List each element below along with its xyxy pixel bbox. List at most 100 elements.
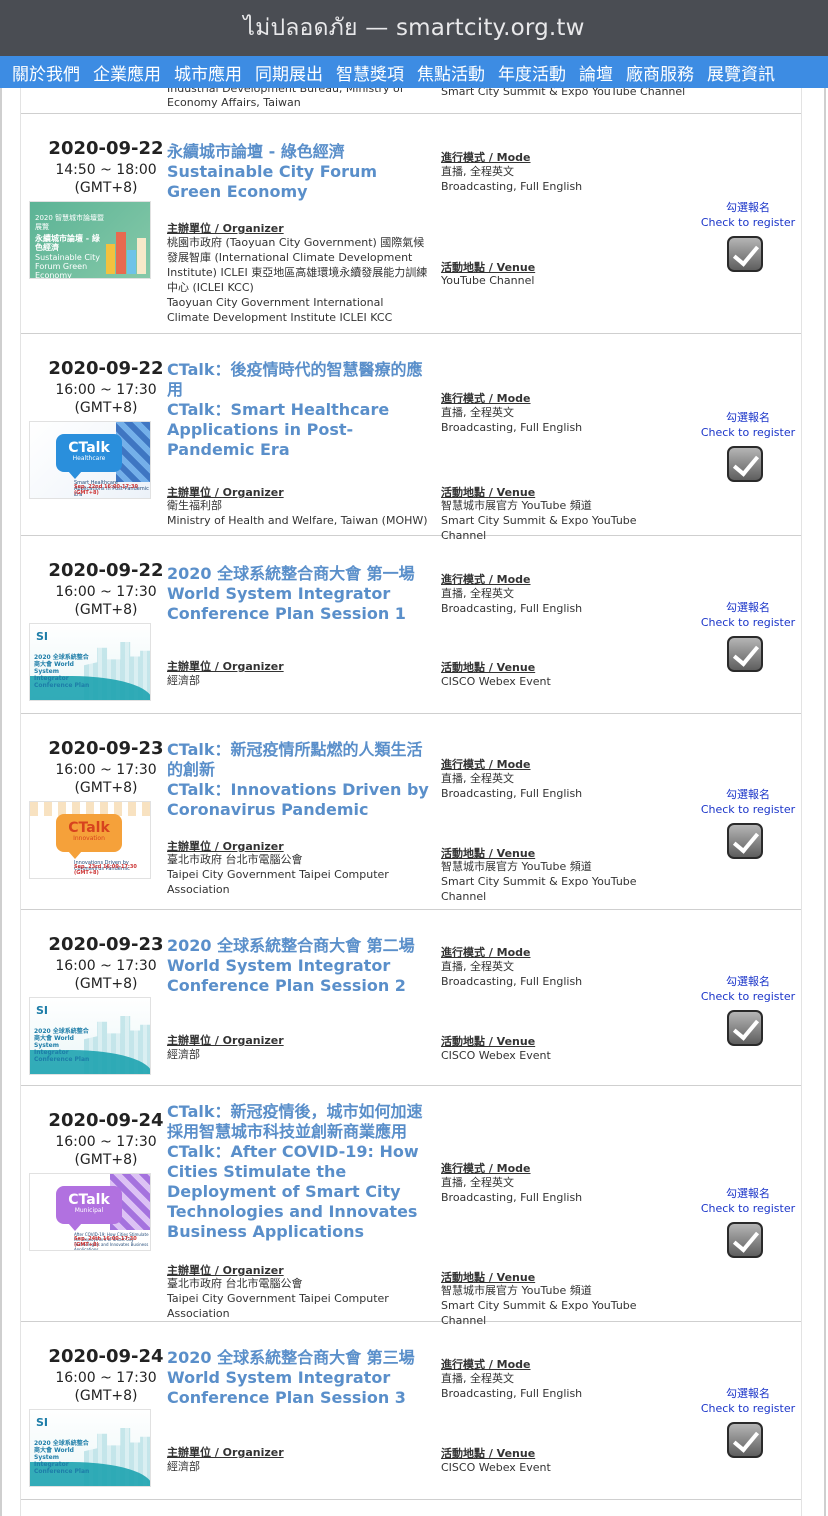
event-title-zh[interactable]: 永續城市論壇 - 綠色經濟 [167, 142, 429, 162]
event-thumbnail[interactable]: CTalk Healthcare Smart Healthcare Applica… [29, 421, 151, 499]
register-checkbox[interactable] [727, 1422, 763, 1458]
nav-item-annual[interactable]: 年度活動 [498, 60, 566, 85]
event-thumbnail[interactable]: SI 2020 全球系統整合商大會 World System Integrato… [29, 623, 151, 701]
event-date: 2020-09-22 [48, 138, 164, 159]
nav-item-info[interactable]: 展覽資訊 [707, 60, 775, 85]
mode-en: Broadcasting, Full English [441, 180, 583, 193]
event-time: 16:00 ~ 17:30 [55, 958, 157, 974]
event-title-en[interactable]: CTalk：Innovations Driven by Coronavirus … [167, 780, 429, 820]
event-thumbnail[interactable]: 2020 智慧城市論壇暨展覽 永續城市論壇 - 綠色經濟 Sustainable… [29, 201, 151, 279]
venue-text: CISCO Webex Event [441, 674, 681, 689]
event-timezone: (GMT+8) [74, 976, 138, 992]
bubble-text: CTalk [68, 440, 110, 456]
event-title-en[interactable]: Sustainable City Forum Green Economy [167, 162, 429, 202]
mode-label: 進行模式 / Mode [441, 573, 531, 586]
thumb-text: 2020 智慧城市論壇暨展覽 永續城市論壇 - 綠色經濟 Sustainable… [35, 214, 105, 279]
event-thumbnail[interactable]: CTalk Municipal After COVID-19: How Citie… [29, 1173, 151, 1251]
event-title[interactable]: 2020 全球系統整合商大會 第三場 World System Integrat… [167, 1348, 429, 1408]
register-en: Check to register [700, 1202, 796, 1215]
register-checkbox[interactable] [727, 636, 763, 672]
event-time: 16:00 ~ 17:30 [55, 382, 157, 398]
register-zh: 勾選報名 [726, 201, 770, 214]
nav-item-focus[interactable]: 焦點活動 [417, 60, 485, 85]
nav-item-forum[interactable]: 論壇 [579, 60, 613, 85]
event-title-en[interactable]: World System Integrator Conference Plan … [167, 584, 429, 624]
venue-text: 智慧城市展官方 YouTube 頻道 Smart City Summit & E… [441, 859, 681, 904]
event-title-en[interactable]: World System Integrator Conference Plan … [167, 956, 429, 996]
event-thumbnail[interactable]: CTalk Innovation Innovations Driven by Co… [29, 801, 151, 879]
ctalk-bubble: CTalk Innovation [56, 814, 122, 859]
venue-line: CISCO Webex Event [441, 1049, 551, 1062]
register-en: Check to register [700, 990, 796, 1003]
event-title-zh[interactable]: CTalk：後疫情時代的智慧醫療的應用 [167, 360, 429, 400]
event-timezone: (GMT+8) [74, 1152, 138, 1168]
register-checkbox[interactable] [727, 823, 763, 859]
nav-item-about[interactable]: 關於我們 [12, 60, 80, 85]
main-nav: 關於我們 企業應用 城市應用 同期展出 智慧獎項 焦點活動 年度活動 論壇 廠商… [0, 56, 828, 88]
event-title-zh[interactable]: 2020 全球系統整合商大會 第三場 [167, 1348, 429, 1368]
mode-en: Broadcasting, Full English [441, 602, 583, 615]
organizer-text: 桃園市政府 (Taoyuan City Government) 國際氣候發展智庫… [167, 235, 429, 325]
partial-venue: Smart City Summit & Expo YouTube Channel [441, 88, 686, 98]
nav-item-awards[interactable]: 智慧獎項 [336, 60, 404, 85]
buildings-illustration [106, 228, 146, 274]
event-title[interactable]: 2020 全球系統整合商大會 第一場 World System Integrat… [167, 564, 429, 624]
register-zh: 勾選報名 [726, 1187, 770, 1200]
event-title[interactable]: CTalk：後疫情時代的智慧醫療的應用 CTalk：Smart Healthca… [167, 360, 429, 460]
event-title-en[interactable]: CTalk：After COVID-19: How Cities Stimula… [167, 1142, 429, 1242]
event-title-zh[interactable]: CTalk：新冠疫情後，城市如何加速採用智慧城市科技並創新商業應用 [167, 1102, 429, 1142]
register-label: 勾選報名 Check to register [693, 600, 801, 630]
organizer-text: 衛生福利部 Ministry of Health and Welfare, Ta… [167, 498, 429, 528]
event-timezone: (GMT+8) [74, 780, 138, 796]
wsi-logo: SI [36, 630, 49, 643]
event-title[interactable]: 永續城市論壇 - 綠色經濟 Sustainable City Forum Gre… [167, 142, 429, 202]
event-date: 2020-09-24 [48, 1346, 164, 1367]
organizer-zh: 桃園市政府 (Taoyuan City Government) 國際氣候發展智庫… [167, 236, 428, 294]
mode-label: 進行模式 / Mode [441, 758, 531, 771]
thumb-line: 2020 智慧城市論壇暨展覽 [35, 214, 105, 231]
register-checkbox[interactable] [727, 1222, 763, 1258]
event-title-zh[interactable]: 2020 全球系統整合商大會 第一場 [167, 564, 429, 584]
register-checkbox[interactable] [727, 446, 763, 482]
event-title[interactable]: CTalk：新冠疫情後，城市如何加速採用智慧城市科技並創新商業應用 CTalk：… [167, 1102, 429, 1242]
event-time: 16:00 ~ 17:30 [55, 1134, 157, 1150]
bubble-text: CTalk [68, 820, 110, 836]
organizer-text: 經濟部 [167, 673, 429, 688]
event-title[interactable]: CTalk：新冠疫情所點燃的人類生活的創新 CTalk：Innovations … [167, 740, 429, 820]
venue-line: 智慧城市展官方 YouTube 頻道 [441, 860, 592, 873]
browser-address-bar[interactable]: ไม่ปลอดภัย — smartcity.org.tw [0, 0, 828, 56]
event-list: Industrial Development Bureau, Ministry … [20, 88, 802, 1516]
venue-label: 活動地點 / Venue [441, 1447, 536, 1460]
nav-item-enterprise[interactable]: 企業應用 [93, 60, 161, 85]
event-title-en[interactable]: World System Integrator Conference Plan … [167, 1368, 429, 1408]
event-title-en[interactable]: CTalk：Smart Healthcare Applications in P… [167, 400, 429, 460]
nav-item-city[interactable]: 城市應用 [174, 60, 242, 85]
register-en: Check to register [700, 616, 796, 629]
thumb-line: Sustainable City Forum Green Economy [35, 253, 100, 279]
register-checkbox[interactable] [727, 236, 763, 272]
venue-line: CISCO Webex Event [441, 1461, 551, 1474]
mode-text: 直播, 全程英文 Broadcasting, Full English [441, 771, 681, 801]
organizer-label: 主辦單位 / Organizer [167, 1446, 284, 1459]
organizer-zh: 經濟部 [167, 674, 200, 687]
organizer-text: 臺北市政府 台北市電腦公會 Taipei City Government Tai… [167, 1276, 429, 1321]
organizer-label: 主辦單位 / Organizer [167, 1034, 284, 1047]
organizer-en: Taipei City Government Taipei Computer A… [167, 868, 389, 896]
ctalk-bubble: CTalk Municipal [56, 1186, 122, 1231]
event-thumbnail[interactable]: SI 2020 全球系統整合商大會 World System Integrato… [29, 997, 151, 1075]
event-title-zh[interactable]: CTalk：新冠疫情所點燃的人類生活的創新 [167, 740, 429, 780]
register-label: 勾選報名 Check to register [693, 974, 801, 1004]
nav-item-concurrent[interactable]: 同期展出 [255, 60, 323, 85]
event-title[interactable]: 2020 全球系統整合商大會 第二場 World System Integrat… [167, 936, 429, 996]
ctalk-bubble: CTalk Healthcare [56, 434, 122, 479]
nav-item-exhibitor[interactable]: 廠商服務 [626, 60, 694, 85]
organizer-label: 主辦單位 / Organizer [167, 660, 284, 673]
event-title-zh[interactable]: 2020 全球系統整合商大會 第二場 [167, 936, 429, 956]
event-time: 16:00 ~ 17:30 [55, 584, 157, 600]
mode-en: Broadcasting, Full English [441, 421, 583, 434]
organizer-en: Taipei City Government Taipei Computer A… [167, 1292, 389, 1320]
event-thumbnail[interactable]: SI 2020 全球系統整合商大會 World System Integrato… [29, 1409, 151, 1487]
mode-label: 進行模式 / Mode [441, 392, 531, 405]
register-checkbox[interactable] [727, 1010, 763, 1046]
organizer-text: 臺北市政府 台北市電腦公會 Taipei City Government Tai… [167, 852, 429, 897]
